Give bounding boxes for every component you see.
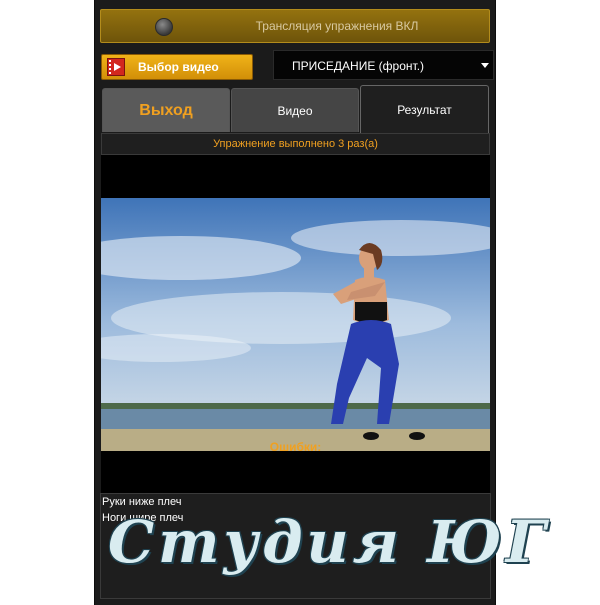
exercise-video-frame	[101, 198, 490, 451]
broadcast-toggle-button[interactable]: Трансляция упражнения ВКЛ	[100, 9, 490, 43]
exercise-dropdown[interactable]: ПРИСЕДАНИЕ (фронт.)	[273, 50, 494, 80]
tab-result[interactable]: Результат	[360, 85, 489, 133]
errors-heading: Ошибки:	[269, 440, 322, 454]
film-play-icon	[107, 58, 125, 76]
select-video-label: Выбор видео	[138, 60, 219, 74]
watermark-logo: Студия ЮГ	[108, 508, 550, 576]
exercise-selected-value: ПРИСЕДАНИЕ (фронт.)	[292, 59, 425, 73]
broadcast-label: Трансляция упражнения ВКЛ	[255, 19, 419, 33]
status-text: Упражнение выполнено 3 раз(а)	[101, 133, 490, 155]
video-player[interactable]: Ошибки:	[101, 155, 490, 493]
status-led-icon	[155, 18, 173, 36]
tab-video[interactable]: Видео	[231, 88, 359, 132]
select-video-button[interactable]: Выбор видео	[101, 54, 253, 80]
chevron-down-icon	[481, 63, 489, 68]
list-item: Руки ниже плеч	[102, 496, 182, 508]
tab-exit[interactable]: Выход	[102, 88, 230, 132]
